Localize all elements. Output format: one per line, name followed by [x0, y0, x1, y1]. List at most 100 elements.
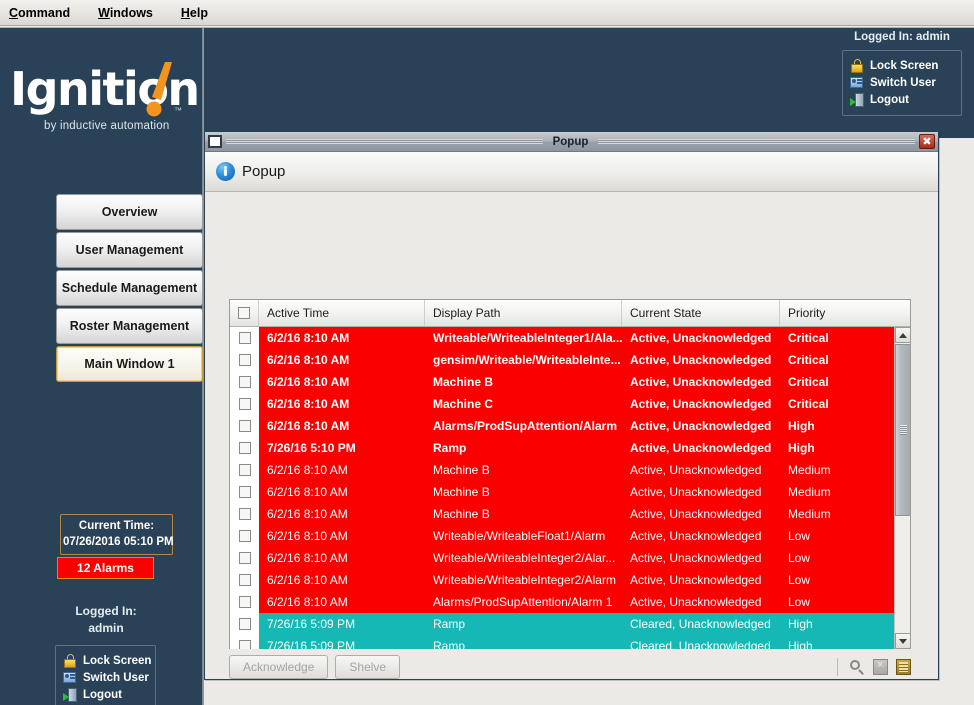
ignition-logo: Ignition by inductive automation ™	[8, 60, 198, 142]
header-logged-in-label: Logged In: admin	[842, 31, 962, 43]
table-row[interactable]: 6/2/16 8:10 AMAlarms/ProdSupAttention/Al…	[230, 591, 894, 613]
row-checkbox[interactable]	[239, 574, 251, 586]
row-select-cell[interactable]	[230, 613, 259, 635]
column-header-active-time[interactable]: Active Time	[259, 300, 425, 326]
row-checkbox[interactable]	[239, 508, 251, 520]
row-checkbox[interactable]	[239, 398, 251, 410]
table-row[interactable]: 6/2/16 8:10 AMWriteable/WriteableInteger…	[230, 569, 894, 591]
acknowledge-button[interactable]: Acknowledge	[229, 655, 328, 679]
cabinet-icon[interactable]	[896, 659, 911, 675]
sidebar-login-actions: Lock Screen Switch User Logout	[55, 645, 156, 705]
table-row[interactable]: 6/2/16 8:10 AMgensim/Writeable/Writeable…	[230, 349, 894, 371]
header-logout-action[interactable]: Logout	[850, 93, 954, 107]
nav-button-user-management[interactable]: User Management	[56, 232, 203, 268]
row-checkbox[interactable]	[239, 618, 251, 630]
scrollbar-thumb[interactable]	[895, 344, 910, 516]
switch-user-icon	[850, 76, 864, 90]
row-checkbox[interactable]	[239, 640, 251, 649]
sidebar-logout-action[interactable]: Logout	[63, 688, 148, 702]
menu-item-help[interactable]: Help	[178, 4, 211, 22]
cell-display-path: Ramp	[425, 617, 622, 631]
header-lock-screen-action[interactable]: Lock Screen	[850, 59, 954, 73]
row-checkbox[interactable]	[239, 530, 251, 542]
current-time-box: Current Time: 07/26/2016 05:10 PM	[60, 514, 173, 555]
table-row[interactable]: 6/2/16 8:10 AMWriteable/WriteableFloat1/…	[230, 525, 894, 547]
cell-priority: Low	[780, 595, 890, 609]
row-checkbox[interactable]	[239, 552, 251, 564]
table-row[interactable]: 7/26/16 5:09 PMRampCleared, Unacknowledg…	[230, 635, 894, 649]
row-checkbox[interactable]	[239, 354, 251, 366]
row-select-cell[interactable]	[230, 393, 259, 415]
row-select-cell[interactable]	[230, 327, 259, 349]
popup-window: Popup ✖ Popup Active Time Display Path	[204, 131, 939, 680]
table-row[interactable]: 6/2/16 8:10 AMMachine BActive, Unacknowl…	[230, 481, 894, 503]
row-select-cell[interactable]	[230, 591, 259, 613]
table-footer: Acknowledge Shelve	[229, 654, 911, 680]
row-select-cell[interactable]	[230, 437, 259, 459]
row-checkbox[interactable]	[239, 464, 251, 476]
row-checkbox[interactable]	[239, 332, 251, 344]
nav-button-schedule-management[interactable]: Schedule Management	[56, 270, 203, 306]
nav-button-roster-management[interactable]: Roster Management	[56, 308, 203, 344]
sidebar-logged-in-label: Logged In:	[36, 603, 176, 620]
nav-button-main-window-1[interactable]: Main Window 1	[56, 346, 203, 382]
table-row[interactable]: 6/2/16 8:10 AMAlarms/ProdSupAttention/Al…	[230, 415, 894, 437]
row-select-cell[interactable]	[230, 503, 259, 525]
close-icon[interactable]: ✖	[919, 134, 935, 149]
nav-button-overview[interactable]: Overview	[56, 194, 203, 230]
popup-title-bar[interactable]: Popup ✖	[205, 132, 938, 152]
menu-item-windows[interactable]: Windows	[95, 4, 156, 22]
shelve-button[interactable]: Shelve	[335, 655, 400, 679]
row-checkbox[interactable]	[239, 376, 251, 388]
cell-priority: Low	[780, 573, 890, 587]
table-row[interactable]: 6/2/16 8:10 AMMachine BActive, Unacknowl…	[230, 503, 894, 525]
scroll-down-button[interactable]	[895, 633, 910, 649]
menu-item-command[interactable]: Command	[6, 4, 73, 22]
sidebar-lock-screen-label: Lock Screen	[83, 655, 151, 667]
cell-active-time: 6/2/16 8:10 AM	[259, 507, 425, 521]
row-select-cell[interactable]	[230, 459, 259, 481]
row-select-cell[interactable]	[230, 371, 259, 393]
row-checkbox[interactable]	[239, 420, 251, 432]
row-select-cell[interactable]	[230, 415, 259, 437]
shelve-icon[interactable]	[873, 659, 888, 675]
current-time-label: Current Time:	[63, 519, 170, 535]
cell-active-time: 6/2/16 8:10 AM	[259, 573, 425, 587]
row-select-cell[interactable]	[230, 349, 259, 371]
row-select-cell[interactable]	[230, 525, 259, 547]
table-row[interactable]: 6/2/16 8:10 AMMachine BActive, Unacknowl…	[230, 459, 894, 481]
row-checkbox[interactable]	[239, 596, 251, 608]
header-switch-user-action[interactable]: Switch User	[850, 76, 954, 90]
window-system-icon[interactable]	[208, 135, 222, 148]
table-row[interactable]: 7/26/16 5:10 PMRampActive, Unacknowledge…	[230, 437, 894, 459]
row-select-cell[interactable]	[230, 635, 259, 649]
cell-display-path: gensim/Writeable/WriteableInte...	[425, 353, 622, 367]
cell-priority: Critical	[780, 331, 890, 345]
cell-priority: High	[780, 617, 890, 631]
table-row[interactable]: 7/26/16 5:09 PMRampCleared, Unacknowledg…	[230, 613, 894, 635]
table-row[interactable]: 6/2/16 8:10 AMMachine BActive, Unacknowl…	[230, 371, 894, 393]
alarm-count-badge[interactable]: 12 Alarms	[57, 557, 154, 579]
header-lock-screen-label: Lock Screen	[870, 60, 938, 72]
column-header-priority[interactable]: Priority	[780, 300, 890, 326]
column-header-display-path[interactable]: Display Path	[425, 300, 622, 326]
table-row[interactable]: 6/2/16 8:10 AMWriteable/WriteableInteger…	[230, 327, 894, 349]
scroll-up-button[interactable]	[895, 327, 910, 343]
row-select-cell[interactable]	[230, 569, 259, 591]
row-select-cell[interactable]	[230, 481, 259, 503]
row-checkbox[interactable]	[239, 486, 251, 498]
row-select-cell[interactable]	[230, 547, 259, 569]
alarm-status-table: Active Time Display Path Current State P…	[229, 299, 911, 649]
select-all-checkbox[interactable]	[238, 307, 250, 319]
row-checkbox[interactable]	[239, 442, 251, 454]
search-icon[interactable]	[849, 659, 865, 675]
table-row[interactable]: 6/2/16 8:10 AMMachine CActive, Unacknowl…	[230, 393, 894, 415]
select-all-header[interactable]	[230, 300, 259, 326]
sidebar-switch-user-action[interactable]: Switch User	[63, 671, 148, 685]
table-vertical-scrollbar[interactable]	[894, 327, 910, 649]
sidebar-lock-screen-action[interactable]: Lock Screen	[63, 654, 148, 668]
cell-display-path: Writeable/WriteableInteger2/Alar...	[425, 551, 622, 565]
table-row[interactable]: 6/2/16 8:10 AMWriteable/WriteableInteger…	[230, 547, 894, 569]
cell-active-time: 7/26/16 5:10 PM	[259, 441, 425, 455]
column-header-current-state[interactable]: Current State	[622, 300, 780, 326]
